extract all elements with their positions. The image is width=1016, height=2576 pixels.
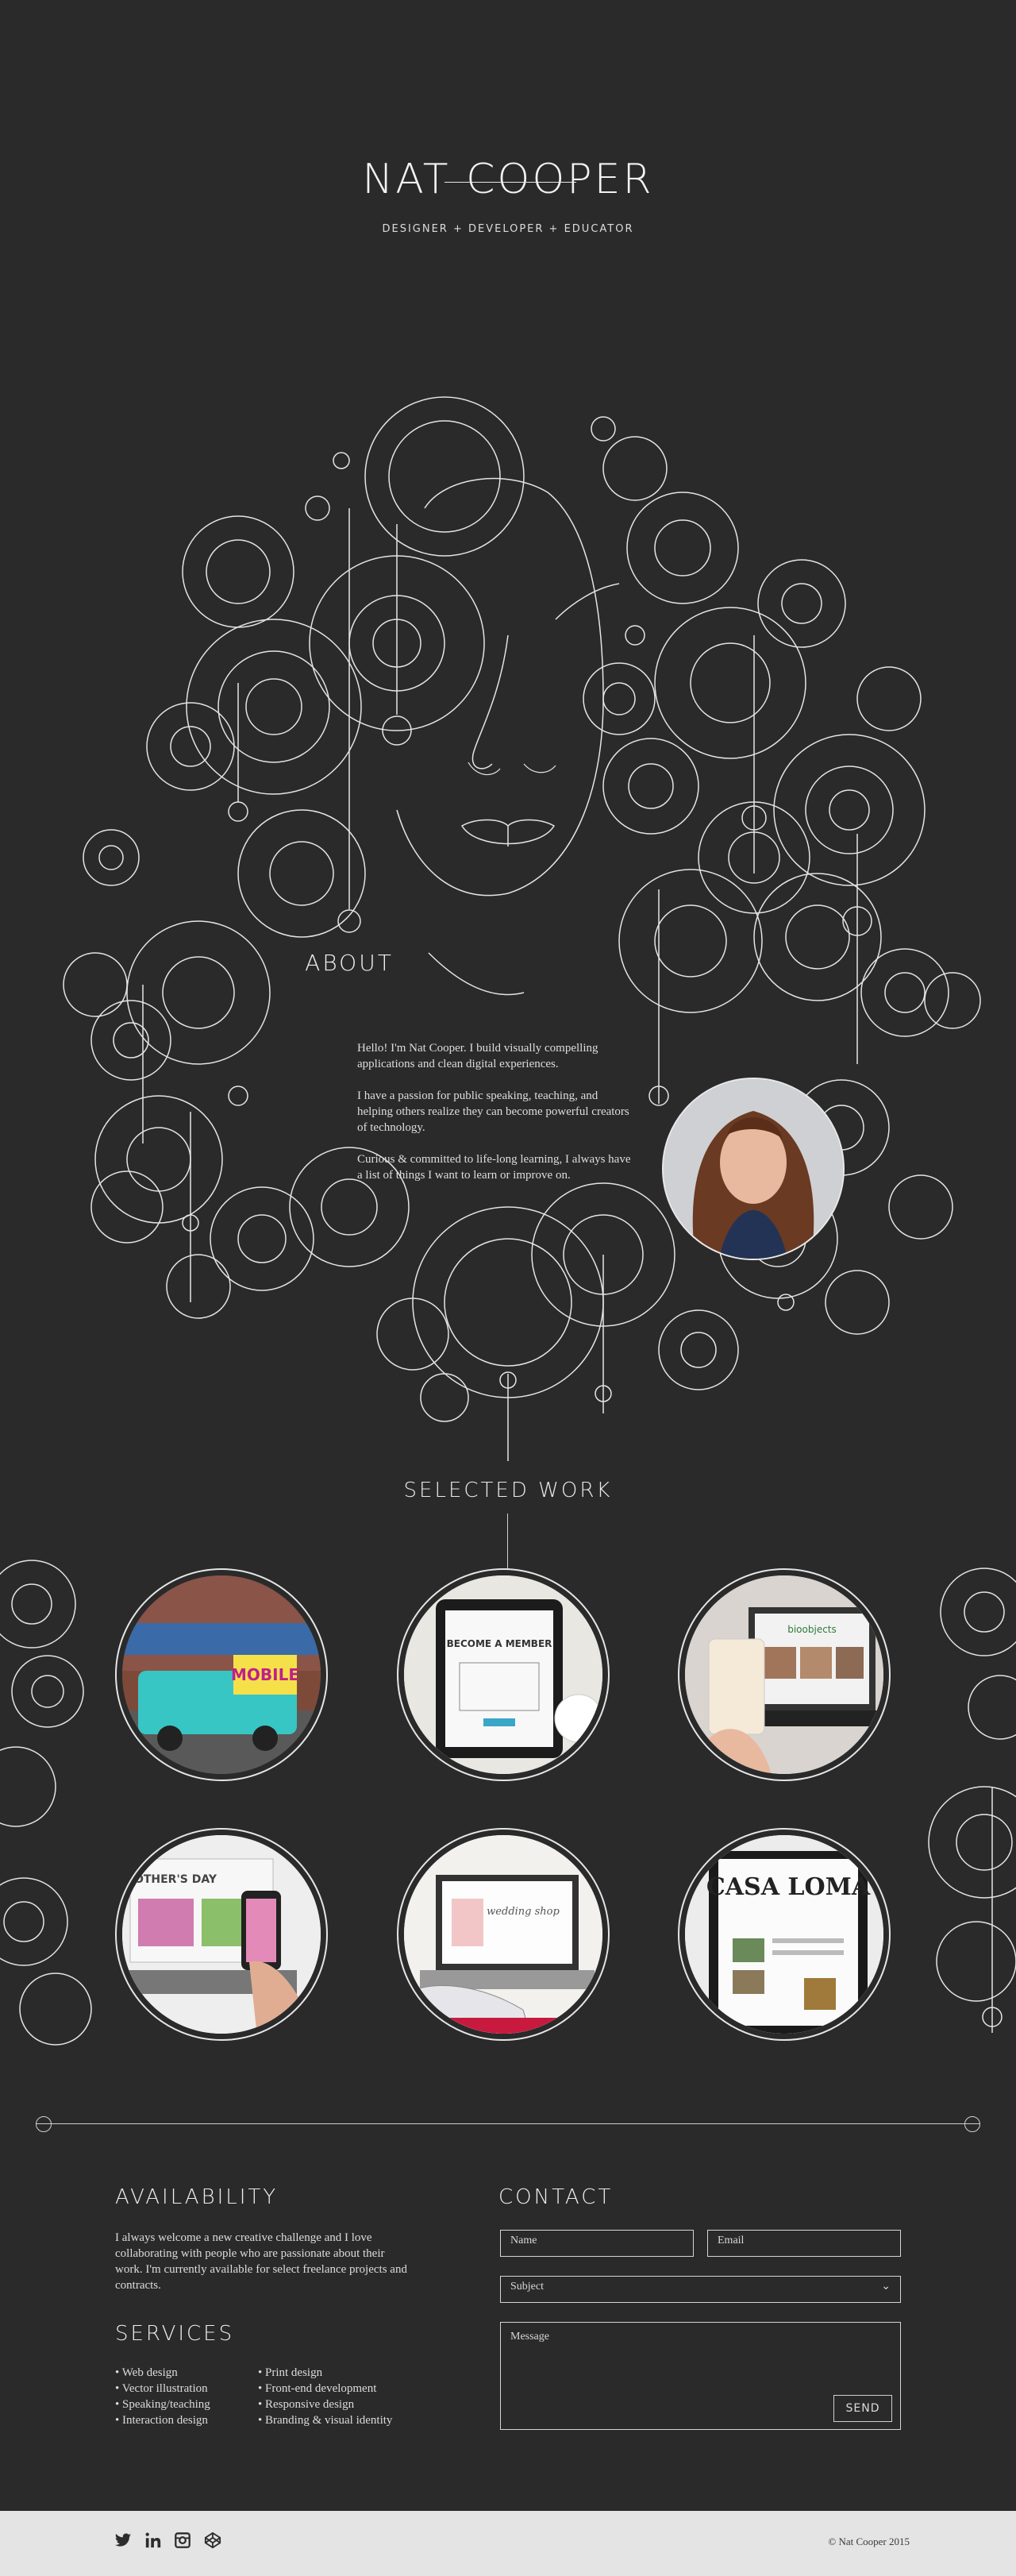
about-title: ABOUT (305, 950, 394, 976)
service-item: • Interaction design (115, 2414, 208, 2427)
twitter-icon[interactable] (114, 2532, 133, 2551)
work-thumb-tablet-membership[interactable]: BECOME A MEMBER (397, 1568, 610, 1781)
svg-text:CASA LOMA: CASA LOMA (706, 1873, 871, 1901)
subject-label: Subject (510, 2281, 544, 2293)
selected-work-title: SELECTED WORK (403, 1479, 613, 1502)
service-item: • Web design (115, 2366, 178, 2379)
codepen-icon[interactable] (204, 2532, 223, 2551)
service-item: • Print design (258, 2366, 323, 2379)
wedding-shop-image: wedding shop (404, 1835, 602, 2034)
mothers-day-image: MOTHER'S DAY (122, 1835, 321, 2034)
bioobjects-image: bioobjects (685, 1575, 883, 1774)
work-thumb-casa-loma[interactable]: CASA LOMA (678, 1828, 891, 2041)
work-thumb-mothers-day[interactable]: MOTHER'S DAY (115, 1828, 328, 2041)
tablet-membership-image: BECOME A MEMBER (404, 1575, 602, 1774)
service-item: • Vector illustration (115, 2382, 208, 2395)
svg-text:MOBILE: MOBILE (231, 1665, 299, 1684)
about-paragraph: I have a passion for public speaking, te… (357, 1089, 629, 1134)
availability-title: AVAILABILITY (115, 2185, 279, 2209)
chevron-down-icon: ⌄ (881, 2281, 891, 2293)
linkedin-icon[interactable] (144, 2532, 164, 2551)
about-text: Hello! I'm Nat Cooper. I build visually … (357, 1040, 635, 1199)
svg-text:bioobjects: bioobjects (787, 1624, 837, 1635)
site-logo[interactable]: NAT COOPER (0, 156, 1016, 203)
services-list-left: • Web design • Vector illustration • Spe… (115, 2365, 210, 2428)
site-tagline: DESIGNER + DEVELOPER + EDUCATOR (382, 223, 634, 235)
services-title: SERVICES (115, 2322, 235, 2346)
logo-strike-line (444, 182, 576, 183)
svg-text:wedding shop: wedding shop (487, 1906, 560, 1918)
casa-loma-image: CASA LOMA (685, 1835, 883, 2034)
svg-text:MOTHER'S DAY: MOTHER'S DAY (123, 1873, 217, 1886)
service-item: • Branding & visual identity (258, 2414, 393, 2427)
email-field[interactable]: Email (707, 2230, 901, 2257)
food-truck-image: MOBILE (122, 1575, 321, 1774)
about-paragraph: Hello! I'm Nat Cooper. I build visually … (357, 1042, 598, 1070)
name-field[interactable]: Name (500, 2230, 694, 2257)
divider-end-left (36, 2116, 52, 2132)
contact-title: CONTACT (498, 2185, 614, 2209)
instagram-icon[interactable] (174, 2532, 193, 2551)
selected-work-connector (507, 1514, 508, 1569)
portrait-photo (662, 1078, 845, 1260)
service-item: • Speaking/teaching (115, 2398, 210, 2411)
about-paragraph: Curious & committed to life-long learnin… (357, 1153, 631, 1182)
availability-text: I always welcome a new creative challeng… (115, 2231, 407, 2292)
divider-end-right (964, 2116, 980, 2132)
service-item: • Responsive design (258, 2398, 355, 2411)
copyright-text: © Nat Cooper 2015 (828, 2536, 910, 2547)
services-list-right: • Print design • Front-end development •… (258, 2365, 392, 2428)
subject-select[interactable]: Subject ⌄ (500, 2276, 901, 2303)
section-divider (44, 2123, 972, 2124)
work-thumb-wedding-shop[interactable]: wedding shop (397, 1828, 610, 2041)
send-button[interactable]: SEND (833, 2395, 892, 2422)
work-thumb-bioobjects[interactable]: bioobjects (678, 1568, 891, 1781)
work-thumb-food-truck[interactable]: MOBILE (115, 1568, 328, 1781)
svg-text:BECOME A MEMBER: BECOME A MEMBER (447, 1638, 552, 1649)
service-item: • Front-end development (258, 2382, 377, 2395)
